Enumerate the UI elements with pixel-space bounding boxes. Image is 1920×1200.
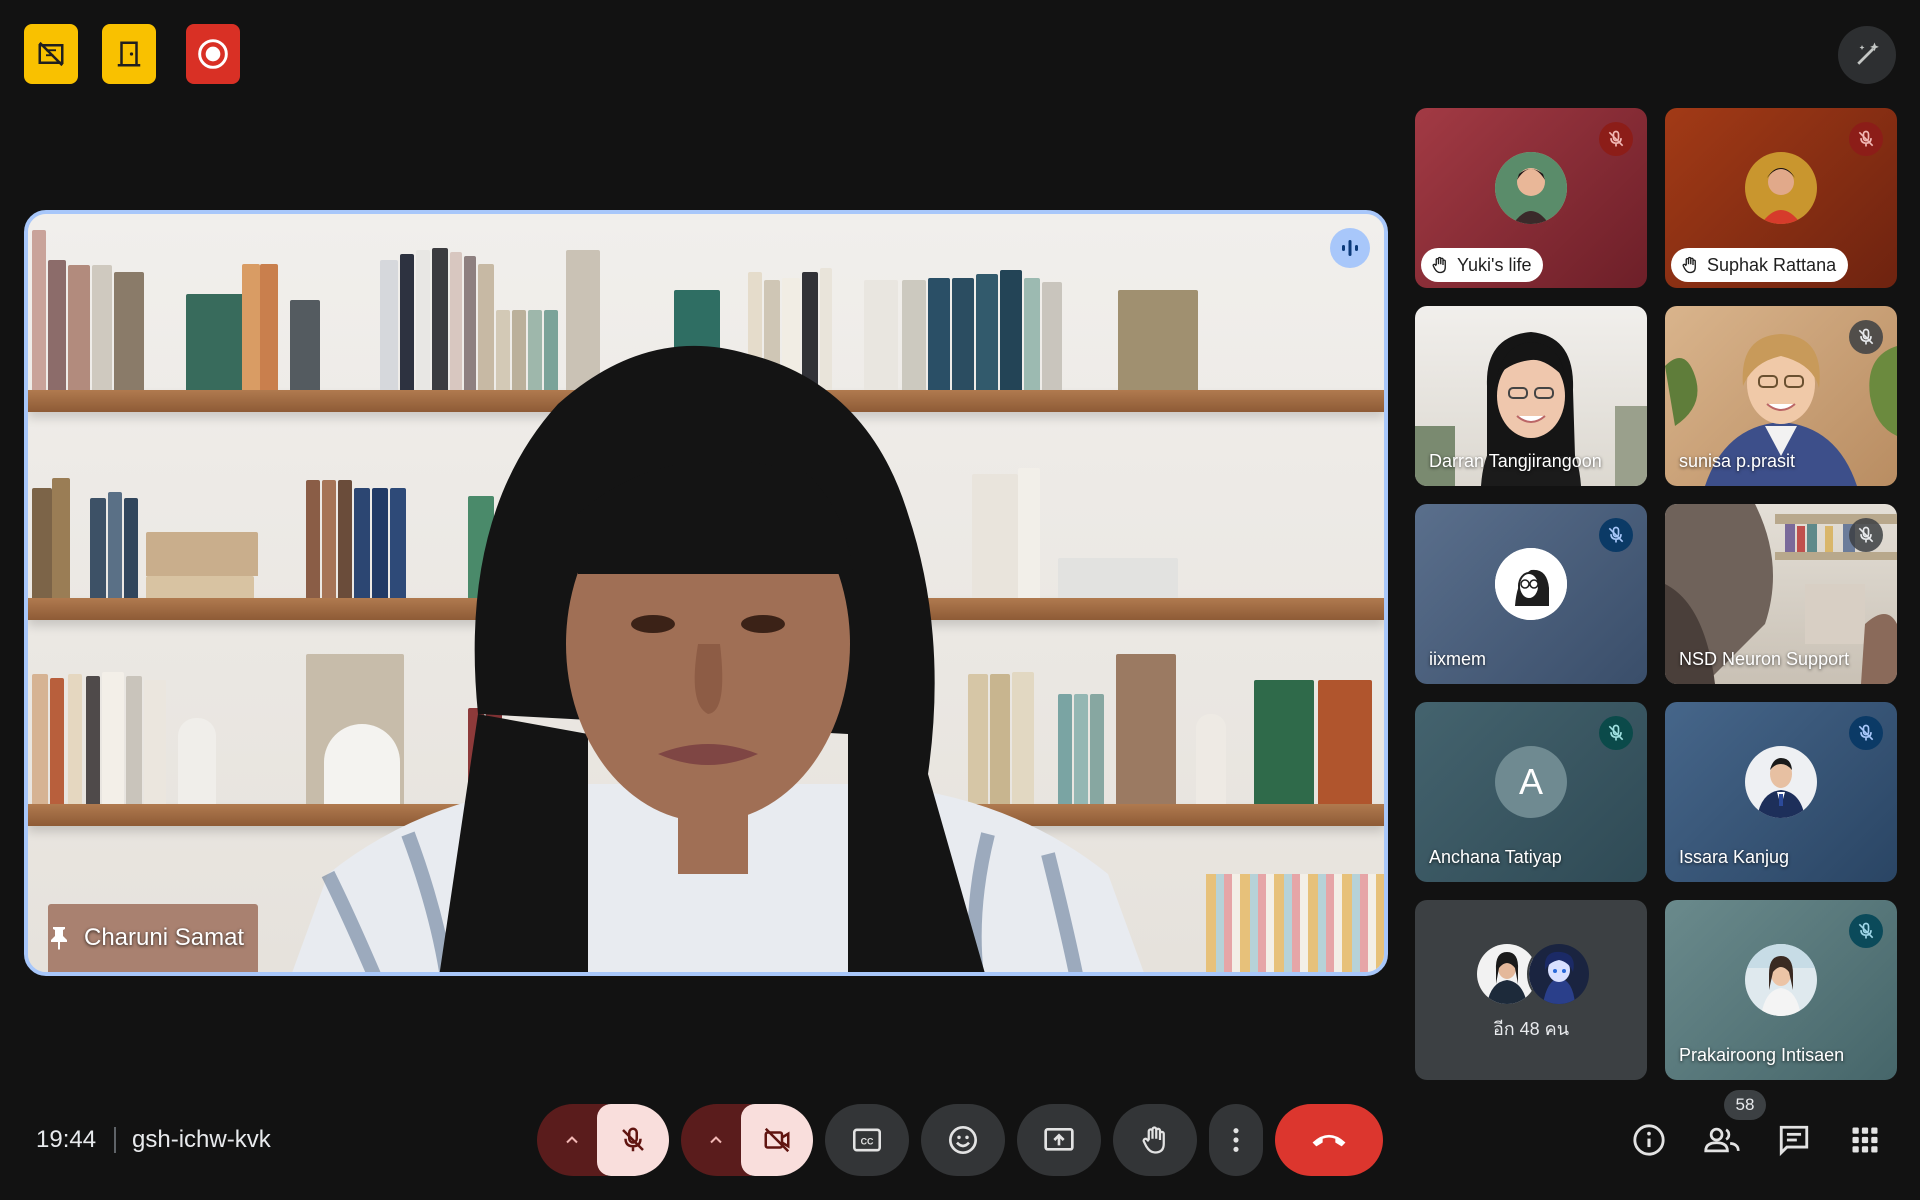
meeting-code: gsh-ichw-kvk (132, 1126, 271, 1153)
muted-indicator (1599, 716, 1633, 750)
meeting-time: 19:44 (36, 1126, 97, 1153)
chevron-up-icon (566, 1136, 578, 1144)
present-screen-button[interactable] (1017, 1104, 1101, 1176)
camera-off-icon (764, 1127, 790, 1153)
participant-tile[interactable]: iixmem (1415, 504, 1647, 684)
participant-name: Anchana Tatiyap (1429, 847, 1562, 867)
avatar (1745, 944, 1817, 1016)
participant-tile[interactable]: NSD Neuron Support (1665, 504, 1897, 684)
participant-name: Prakairoong Intisaen (1679, 1045, 1845, 1065)
meeting-details-button[interactable] (1627, 1118, 1671, 1162)
audio-level-icon (1342, 240, 1358, 256)
activities-button[interactable] (1843, 1118, 1887, 1162)
recording-badge[interactable] (186, 24, 240, 84)
speaker-figure (292, 345, 1144, 972)
mic-off-icon (1608, 724, 1624, 741)
speaker-name-label: Charuni Samat (48, 924, 244, 952)
more-options-button[interactable] (1209, 1104, 1263, 1176)
main-speaker-video[interactable]: Charuni Samat (24, 210, 1388, 976)
avatar (1495, 152, 1567, 224)
divider (114, 1127, 116, 1153)
mic-off-icon (1858, 724, 1874, 741)
breakout-rooms-badge[interactable] (102, 24, 156, 84)
mic-off-icon (1608, 526, 1624, 543)
more-vert-icon (1233, 1128, 1239, 1152)
muted-indicator (1849, 320, 1883, 354)
hand-icon (1432, 256, 1446, 274)
participant-name: NSD Neuron Support (1679, 649, 1850, 669)
participant-tile[interactable]: sunisa p.prasit (1665, 306, 1897, 486)
mic-off-icon (1858, 130, 1874, 147)
participant-name: sunisa p.prasit (1679, 451, 1796, 471)
avatar: A (1495, 746, 1567, 818)
raised-hand-pill: Yuki's life (1421, 248, 1544, 282)
camera-control-group (681, 1104, 813, 1176)
avatar (1745, 152, 1817, 224)
participant-tile[interactable]: Issara Kanjug (1665, 702, 1897, 882)
muted-indicator (1599, 122, 1633, 156)
raised-hand-pill: Suphak Rattana (1671, 248, 1849, 282)
chat-icon (1779, 1125, 1809, 1157)
avatar (1527, 942, 1591, 1006)
door-icon (117, 41, 141, 67)
participant-name: Darran Tangjirangoon (1429, 451, 1602, 471)
present-screen-icon (1044, 1128, 1074, 1151)
participant-tile[interactable]: Prakairoong Intisaen (1665, 900, 1897, 1080)
others-tile[interactable]: อีก 48 คน (1415, 900, 1647, 1080)
camera-toggle-button[interactable] (741, 1104, 813, 1176)
host-controls-badge[interactable] (24, 24, 78, 84)
pin-icon (51, 927, 67, 950)
speaking-indicator (1330, 228, 1370, 268)
participant-tile[interactable]: Suphak Rattana (1665, 108, 1897, 288)
others-count-label: อีก 48 คน (1492, 1019, 1570, 1039)
chat-button[interactable] (1772, 1118, 1816, 1162)
chevron-up-icon (710, 1136, 722, 1144)
mic-off-icon (1858, 526, 1874, 543)
info-icon (1633, 1124, 1665, 1156)
participant-tile[interactable]: Yuki's life (1415, 108, 1647, 288)
mic-off-icon (1608, 130, 1624, 147)
participant-tile[interactable]: A Anchana Tatiyap (1415, 702, 1647, 882)
participant-count-badge: 58 (1724, 1090, 1766, 1120)
people-button[interactable] (1700, 1118, 1744, 1162)
people-icon (1704, 1127, 1740, 1153)
mic-off-icon (622, 1127, 644, 1152)
emoji-icon (949, 1126, 977, 1154)
avatar-initial: A (1518, 761, 1543, 802)
leave-call-button[interactable] (1275, 1104, 1383, 1176)
muted-indicator (1849, 518, 1883, 552)
muted-indicator (1849, 122, 1883, 156)
mic-off-icon (1858, 922, 1874, 939)
avatar (1745, 746, 1817, 818)
avatar (1495, 548, 1567, 620)
participant-tile[interactable]: Darran Tangjirangoon (1415, 306, 1647, 486)
muted-indicator (1599, 518, 1633, 552)
hand-icon (1142, 1126, 1165, 1154)
muted-indicator (1849, 914, 1883, 948)
participant-name: Yuki's life (1457, 254, 1532, 275)
closed-captions-icon: CC (853, 1128, 881, 1152)
participant-name: Issara Kanjug (1679, 847, 1790, 867)
call-end-icon (1312, 1134, 1346, 1147)
hide-video-icon (38, 41, 64, 67)
microphone-toggle-button[interactable] (597, 1104, 669, 1176)
captions-button[interactable]: CC (825, 1104, 909, 1176)
raise-hand-button[interactable] (1113, 1104, 1197, 1176)
participant-name: iixmem (1429, 649, 1486, 669)
microphone-control-group (537, 1104, 669, 1176)
participant-name: Suphak Rattana (1707, 254, 1837, 275)
video-background (28, 214, 1384, 972)
apps-grid-icon (1852, 1127, 1878, 1153)
svg-text:CC: CC (861, 1136, 874, 1146)
muted-indicator (1849, 716, 1883, 750)
magic-wand-icon (1857, 42, 1879, 65)
speaker-name: Charuni Samat (84, 924, 245, 951)
hand-icon (1682, 256, 1696, 274)
mic-off-icon (1858, 328, 1874, 345)
emoji-reactions-button[interactable] (921, 1104, 1005, 1176)
record-icon (198, 39, 228, 69)
visual-effects-button[interactable] (1838, 26, 1896, 84)
